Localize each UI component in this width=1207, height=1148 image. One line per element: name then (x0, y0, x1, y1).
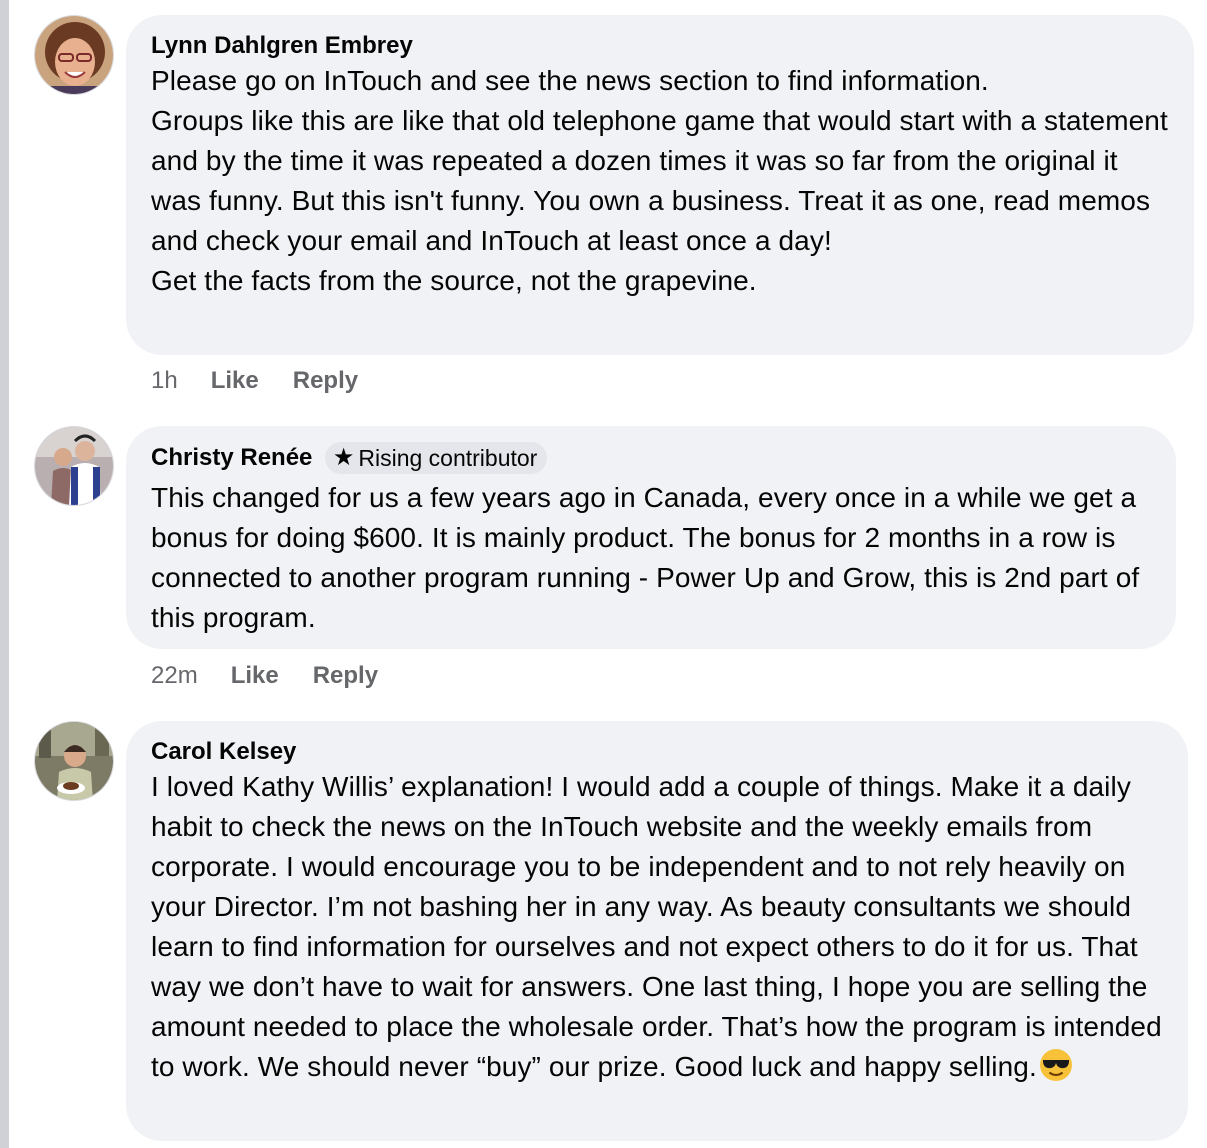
sunglasses-emoji-icon (1039, 1048, 1073, 1082)
comment-text: This changed for us a few years ago in C… (151, 482, 1140, 633)
badge-label: Rising contributor (358, 444, 538, 471)
comment-bubble: Lynn Dahlgren Embrey Please go on InTouc… (126, 15, 1194, 355)
like-button[interactable]: Like (231, 661, 279, 691)
reply-button[interactable]: Reply (313, 661, 378, 691)
comment-author[interactable]: Carol Kelsey (151, 737, 296, 767)
reply-button[interactable]: Reply (293, 366, 358, 396)
avatar-christy[interactable] (34, 426, 114, 506)
comment-text: I loved Kathy Willis’ explanation! I wou… (151, 771, 1162, 1082)
avatar-carol[interactable] (34, 721, 114, 801)
like-button[interactable]: Like (211, 366, 259, 396)
comment-text: Please go on InTouch and see the news se… (151, 65, 1168, 296)
comment-actions: 22m Like Reply (151, 661, 412, 691)
rising-contributor-badge[interactable]: ★ Rising contributor (324, 442, 548, 474)
comment-actions: 1h Like Reply (151, 366, 392, 396)
comment-timestamp[interactable]: 22m (151, 661, 198, 691)
star-icon: ★ (332, 444, 355, 471)
thread-connector-line (0, 0, 9, 1148)
comment-bubble: Christy Renée ★ Rising contributor This … (126, 426, 1176, 649)
comment-bubble: Carol Kelsey I loved Kathy Willis’ expla… (126, 721, 1188, 1141)
comment-text-wrapper: I loved Kathy Willis’ explanation! I wou… (151, 767, 1164, 1087)
comment-author[interactable]: Christy Renée (151, 443, 312, 473)
avatar-lynn[interactable] (34, 15, 114, 95)
comment-author[interactable]: Lynn Dahlgren Embrey (151, 31, 413, 61)
comment-timestamp[interactable]: 1h (151, 366, 178, 396)
